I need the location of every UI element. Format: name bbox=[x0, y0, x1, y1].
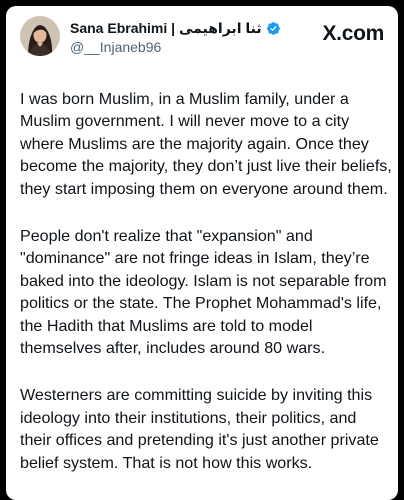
screenshot-frame: Sana Ebrahimi | ثنا ابراهیمی @__Injaneb9… bbox=[0, 0, 404, 500]
post-paragraph-3: Westerners are committing suicide by inv… bbox=[20, 386, 379, 472]
post-body: I was born Muslim, in a Muslim family, u… bbox=[20, 88, 392, 499]
author-name-row: Sana Ebrahimi | ثنا ابراهیمی bbox=[70, 18, 281, 38]
post-card: Sana Ebrahimi | ثنا ابراهیمی @__Injaneb9… bbox=[6, 6, 398, 500]
author-handle[interactable]: @__Injaneb96 bbox=[70, 39, 161, 55]
author-display-name[interactable]: Sana Ebrahimi | ثنا ابراهیمی bbox=[70, 20, 262, 37]
post-paragraph-1: I was born Muslim, in a Muslim family, u… bbox=[20, 90, 392, 198]
verified-check-icon bbox=[266, 21, 281, 36]
avatar-image bbox=[20, 16, 60, 56]
x-logo-text: X.com bbox=[322, 22, 384, 45]
post-header: Sana Ebrahimi | ثنا ابراهیمی @__Injaneb9… bbox=[20, 16, 384, 66]
post-paragraph-2: People don't realize that "expansion" an… bbox=[20, 227, 387, 358]
avatar[interactable] bbox=[20, 16, 60, 56]
